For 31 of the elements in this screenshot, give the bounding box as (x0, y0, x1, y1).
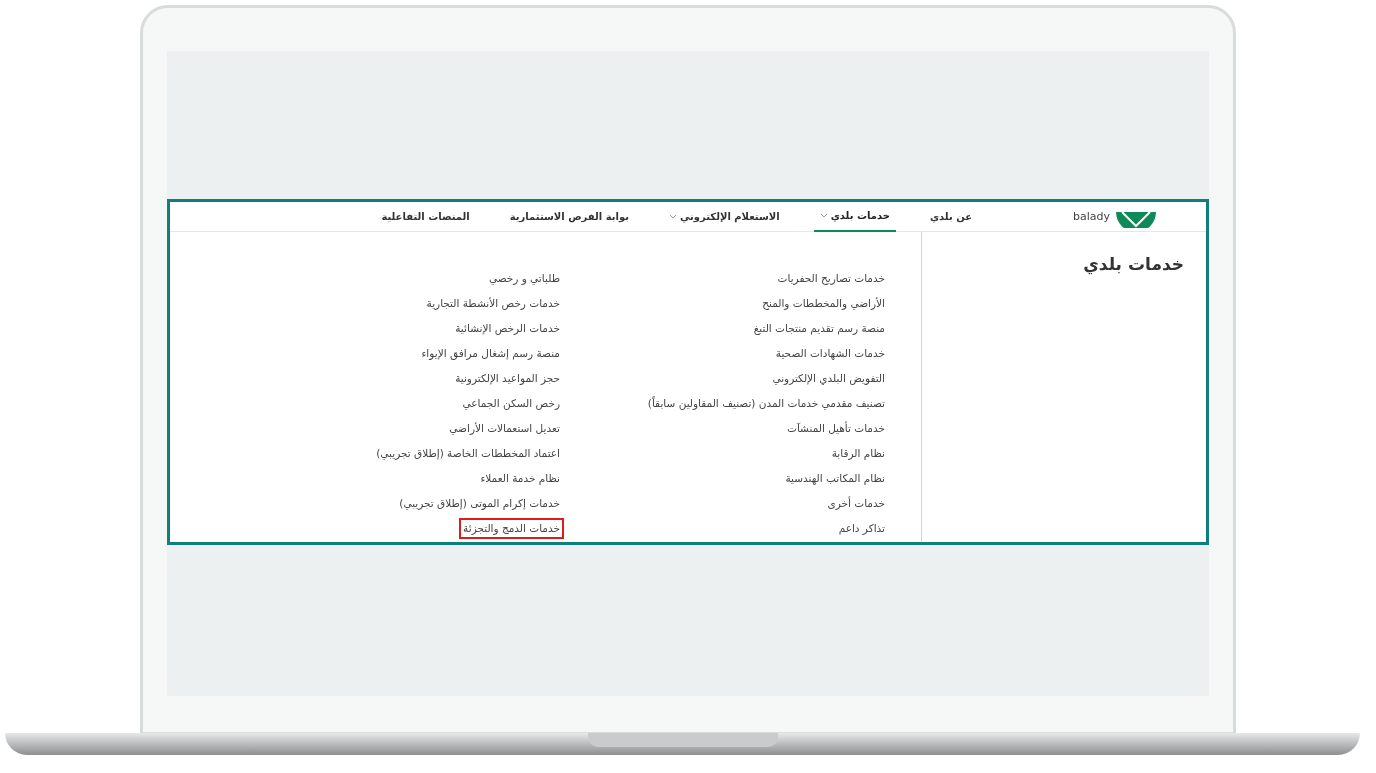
menu-link[interactable]: تذاكر داعم (834, 517, 889, 540)
menu-link[interactable]: خدمات الدمج والتجزئة (459, 517, 564, 540)
menu-link[interactable]: منصة رسم إشغال مرافق الإيواء (417, 342, 564, 365)
menu-link[interactable]: تصنيف مقدمي خدمات المدن (تصنيف المقاولين سابقاً) (643, 392, 889, 415)
menu-link[interactable]: خدمات تأهيل المنشآت (783, 417, 889, 440)
menu-link[interactable]: نظام خدمة العملاء (476, 467, 564, 490)
menu-link[interactable]: منصة رسم تقديم منتجات التبغ (749, 317, 889, 340)
menu-link[interactable]: الأراضي والمخططات والمنح (758, 292, 889, 315)
menu-link[interactable]: طلباتي و رخصي (484, 267, 564, 290)
nav-link[interactable]: عن بلدي (923, 201, 978, 232)
menu-title: خدمات بلدي (1082, 253, 1184, 277)
menu-link[interactable]: اعتماد المخططات الخاصة (إطلاق تجريبي) (372, 442, 564, 465)
menu-link[interactable]: نظام الرقابة (827, 442, 889, 465)
menu-link[interactable]: نظام المكاتب الهندسية (781, 467, 889, 490)
menu-link[interactable]: التفويض البلدي الإلكتروني (768, 367, 889, 390)
caret-icon (668, 213, 677, 220)
menu-link[interactable]: خدمات رخص الأنشطة التجارية (422, 292, 564, 315)
menu-link[interactable]: حجز المواعيد الإلكترونية (451, 367, 564, 390)
menu-link[interactable]: خدمات تصاريح الحفريات (773, 267, 889, 290)
nav-link[interactable]: المنصات التفاعلية (375, 201, 476, 232)
menu-link[interactable]: خدمات أخرى (823, 492, 889, 515)
menu-link[interactable]: خدمات إكرام الموتى (إطلاق تجريبي) (395, 492, 564, 515)
menu-link[interactable]: رخص السكن الجماعي (458, 392, 564, 415)
menu-link[interactable]: خدمات الشهادات الصحية (771, 342, 889, 365)
nav-link[interactable]: خدمات بلدي (813, 201, 896, 232)
nav-link[interactable]: بوابة الفرص الاستثمارية (503, 201, 635, 232)
nav-link[interactable]: الاستعلام الإلكتروني (662, 201, 786, 232)
menu-link[interactable]: تعديل استعمالات الأراضي (445, 417, 564, 440)
menu-link[interactable]: خدمات الرخص الإنشائية (451, 317, 564, 340)
logo-text: balady (1073, 211, 1110, 222)
caret-icon (819, 212, 828, 219)
